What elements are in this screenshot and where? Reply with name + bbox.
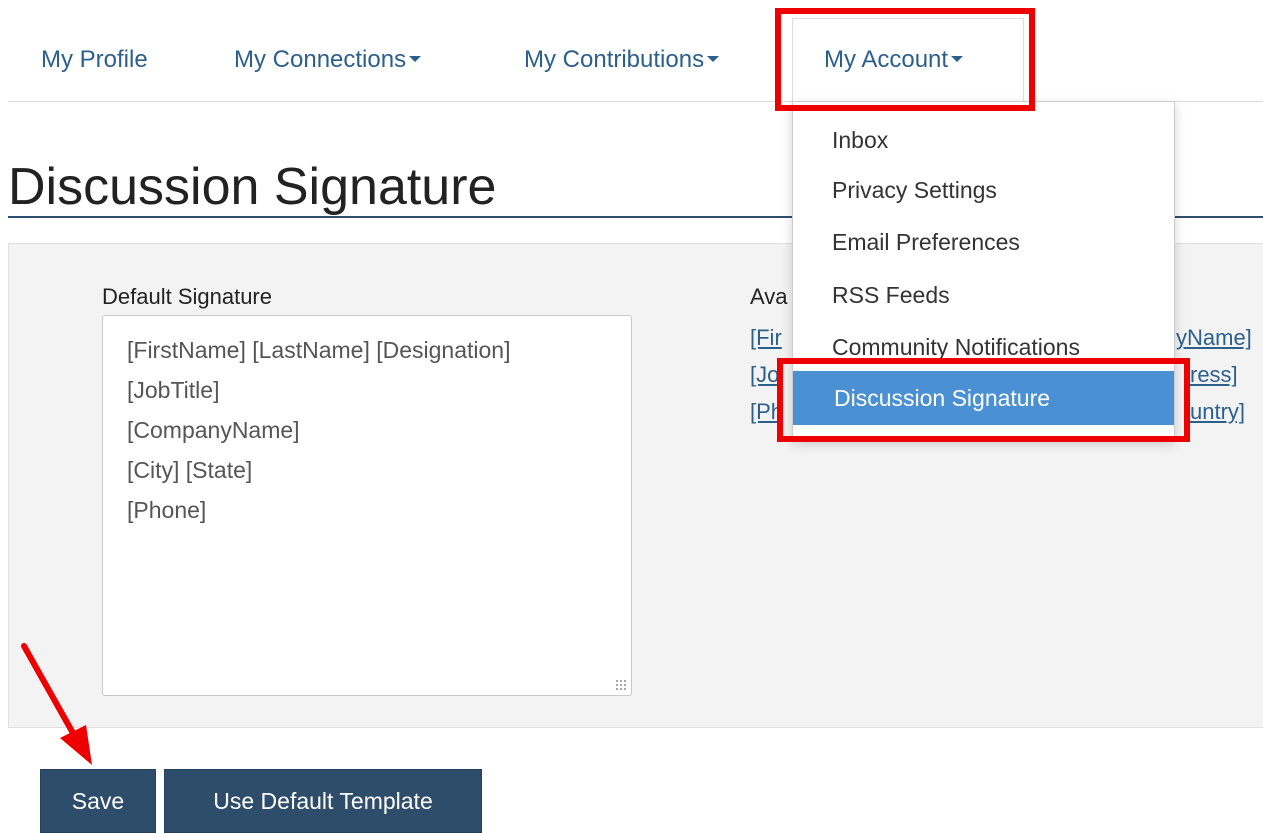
chevron-down-icon (409, 55, 422, 62)
menu-item-discussion-signature-label: Discussion Signature (834, 385, 1051, 411)
chevron-down-icon (707, 55, 720, 62)
menu-item-inbox[interactable]: Inbox (832, 124, 888, 156)
nav-my-contributions[interactable]: My Contributions (524, 44, 720, 76)
signature-textarea[interactable]: [FirstName] [LastName] [Designation] [Jo… (102, 315, 632, 696)
signature-line: [JobTitle] (127, 377, 220, 403)
nav-my-account-label: My Account (824, 46, 949, 73)
use-default-template-button[interactable]: Use Default Template (164, 769, 482, 833)
page-title: Discussion Signature (8, 158, 497, 216)
default-signature-label: Default Signature (102, 284, 272, 309)
menu-item-label: RSS Feeds (832, 282, 950, 308)
signature-line: [Phone] (127, 497, 207, 523)
token-link[interactable]: ress] (1190, 362, 1238, 388)
nav-my-connections-label: My Connections (234, 46, 407, 73)
menu-item-email-preferences[interactable]: Email Preferences (832, 226, 1020, 258)
token-link[interactable]: [Fir (750, 325, 782, 351)
signature-line: [FirstName] [LastName] [Designation] (127, 337, 511, 363)
menu-item-label: Community Notifications (832, 334, 1080, 360)
nav-my-connections[interactable]: My Connections (234, 44, 422, 76)
menu-item-community-notifications[interactable]: Community Notifications (832, 331, 1080, 363)
token-link[interactable]: [Ph (750, 399, 783, 425)
save-button[interactable]: Save (40, 769, 156, 833)
nav-my-profile-label: My Profile (41, 46, 148, 73)
token-link[interactable]: untry] (1190, 399, 1245, 425)
chevron-down-icon (951, 55, 964, 62)
resize-grip-icon[interactable] (615, 679, 627, 691)
menu-item-privacy-settings[interactable]: Privacy Settings (832, 174, 997, 206)
signature-line: [City] [State] (127, 457, 253, 483)
nav-my-contributions-label: My Contributions (524, 46, 705, 73)
token-link[interactable]: [Jo (750, 362, 779, 388)
token-link[interactable]: yName] (1176, 325, 1252, 351)
nav-my-profile[interactable]: My Profile (41, 44, 148, 76)
menu-item-label: Privacy Settings (832, 177, 997, 203)
nav-my-account[interactable]: My Account (824, 44, 964, 76)
menu-item-label: Inbox (832, 127, 889, 153)
menu-item-rss-feeds[interactable]: RSS Feeds (832, 279, 950, 311)
top-navigation: My Profile My Connections My Contributio… (0, 0, 1263, 102)
available-fields-label: Ava (750, 284, 788, 309)
signature-line: [CompanyName] (127, 417, 300, 443)
menu-item-label: Email Preferences (832, 229, 1020, 255)
